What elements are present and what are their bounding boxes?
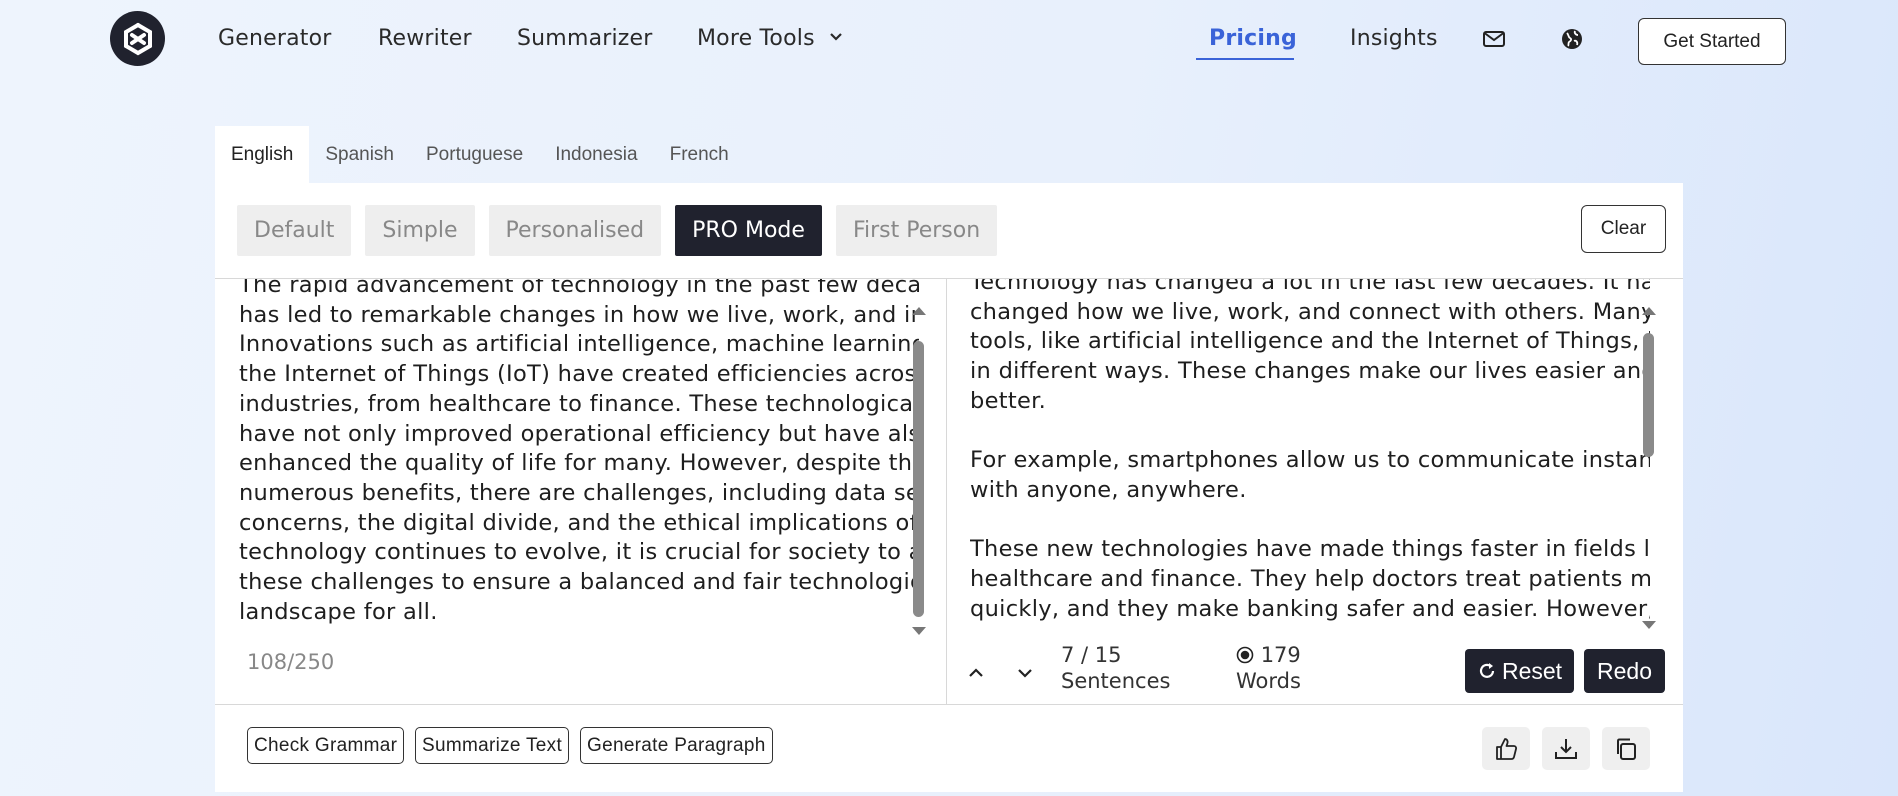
input-text: The rapid advancement of technology in t… — [239, 279, 919, 627]
tab-spanish[interactable]: Spanish — [309, 126, 410, 184]
thumbs-up-icon — [1496, 737, 1518, 760]
tab-french[interactable]: French — [654, 126, 745, 184]
output-line — [970, 417, 1650, 447]
output-toolbar: 7 / 15 Sentences 179 Words Reset Redo — [947, 639, 1683, 704]
output-text: Technology has changed a lot in the last… — [970, 279, 1650, 624]
input-line: the Internet of Things (IoT) have create… — [239, 361, 919, 388]
input-line: concerns, the digital divide, and the et… — [239, 509, 919, 536]
summarize-text-button[interactable]: Summarize Text — [415, 727, 570, 764]
tab-indonesia[interactable]: Indonesia — [539, 126, 653, 184]
output-line: changed how we live, work, and connect w… — [970, 298, 1650, 325]
download-button[interactable] — [1542, 727, 1590, 770]
nav-more-tools[interactable]: More Tools — [697, 26, 844, 51]
word-counter: 179 Words — [1236, 642, 1301, 694]
sentence-count: 7 / 15 — [1061, 643, 1122, 667]
mode-simple[interactable]: Simple — [365, 205, 475, 256]
output-scrollbar-thumb[interactable] — [1643, 333, 1654, 457]
divider — [215, 704, 1683, 705]
mode-selector: Default Simple Personalised PRO Mode Fir… — [237, 205, 998, 256]
download-icon — [1555, 738, 1577, 759]
input-line: numerous benefits, there are challenges,… — [239, 479, 919, 506]
output-scroll-up[interactable] — [1642, 307, 1656, 315]
word-label: Words — [1236, 669, 1301, 693]
output-line: quickly, and they make banking safer and… — [970, 595, 1650, 622]
input-line: technology continues to evolve, it is cr… — [239, 539, 919, 566]
output-line: better. — [970, 387, 1047, 414]
sentence-label: Sentences — [1061, 669, 1171, 693]
generate-paragraph-button[interactable]: Generate Paragraph — [580, 727, 773, 764]
input-line: have not only improved operational effic… — [239, 420, 919, 447]
output-text-area[interactable]: Technology has changed a lot in the last… — [970, 279, 1650, 639]
get-started-button[interactable]: Get Started — [1638, 18, 1786, 65]
nav-summarizer[interactable]: Summarizer — [517, 26, 653, 51]
copy-button[interactable] — [1602, 727, 1650, 770]
redo-button[interactable]: Redo — [1584, 649, 1665, 693]
refresh-icon — [1479, 663, 1495, 678]
output-line: tools, like artificial intelligence and … — [970, 328, 1650, 355]
mode-pro[interactable]: PRO Mode — [675, 205, 822, 256]
check-grammar-button[interactable]: Check Grammar — [247, 727, 405, 764]
like-button[interactable] — [1482, 727, 1530, 770]
top-navigation: Generator Rewriter Summarizer More Tools… — [0, 0, 1898, 80]
mail-icon[interactable] — [1482, 27, 1506, 51]
nav-pricing-underline — [1196, 58, 1294, 60]
reset-button[interactable]: Reset — [1465, 649, 1574, 693]
output-line: healthcare and finance. They help doctor… — [970, 566, 1650, 592]
output-line: in different ways. These changes make ou… — [970, 358, 1650, 385]
input-scroll-up[interactable] — [912, 307, 926, 315]
tab-english[interactable]: English — [215, 126, 310, 184]
input-line: Innovations such as artificial intellige… — [239, 331, 919, 358]
mode-default[interactable]: Default — [237, 205, 352, 256]
output-line: with anyone, anywhere. — [970, 476, 1247, 503]
input-line: has led to remarkable changes in how we … — [239, 301, 919, 328]
sentence-counter: 7 / 15 Sentences — [1061, 642, 1170, 694]
input-textarea[interactable]: The rapid advancement of technology in t… — [239, 279, 919, 639]
copy-icon — [1617, 738, 1636, 760]
input-scrollbar-thumb[interactable] — [913, 341, 924, 617]
output-line: These new technologies have made things … — [970, 536, 1650, 563]
nav-more-tools-label: More Tools — [697, 26, 815, 51]
paraphraser-card: Default Simple Personalised PRO Mode Fir… — [215, 183, 1683, 792]
nav-rewriter[interactable]: Rewriter — [378, 26, 472, 51]
output-scroll-down[interactable] — [1642, 621, 1656, 629]
chevron-down-icon — [830, 33, 842, 41]
word-count: 179 — [1260, 643, 1301, 667]
logo-icon — [123, 22, 152, 55]
output-line: Technology has changed a lot in the last… — [970, 279, 1650, 295]
output-line — [970, 506, 1650, 536]
chevron-up-icon[interactable] — [967, 664, 985, 682]
nav-pricing[interactable]: Pricing — [1209, 26, 1297, 51]
input-line: The rapid advancement of technology in t… — [239, 279, 919, 298]
input-scroll-down[interactable] — [912, 627, 926, 635]
clear-button[interactable]: Clear — [1581, 205, 1666, 253]
nav-insights[interactable]: Insights — [1350, 26, 1438, 51]
input-line: landscape for all. — [239, 598, 438, 625]
mode-personalised[interactable]: Personalised — [488, 205, 662, 256]
logo[interactable] — [110, 11, 165, 66]
language-tabs: English Spanish Portuguese Indonesia Fre… — [215, 126, 745, 184]
radio-dot-icon — [1236, 646, 1254, 664]
mode-first-person[interactable]: First Person — [835, 205, 998, 256]
input-line: enhanced the quality of life for many. H… — [239, 450, 919, 477]
input-line: industries, from healthcare to finance. … — [239, 390, 919, 417]
globe-icon[interactable] — [1560, 27, 1584, 51]
character-counter: 108/250 — [247, 650, 335, 674]
input-line: these challenges to ensure a balanced an… — [239, 569, 919, 596]
output-line: For example, smartphones allow us to com… — [970, 447, 1650, 474]
tab-portuguese[interactable]: Portuguese — [410, 126, 539, 184]
nav-generator[interactable]: Generator — [218, 26, 332, 51]
chevron-down-icon[interactable] — [1016, 664, 1034, 682]
reset-label: Reset — [1501, 657, 1563, 684]
